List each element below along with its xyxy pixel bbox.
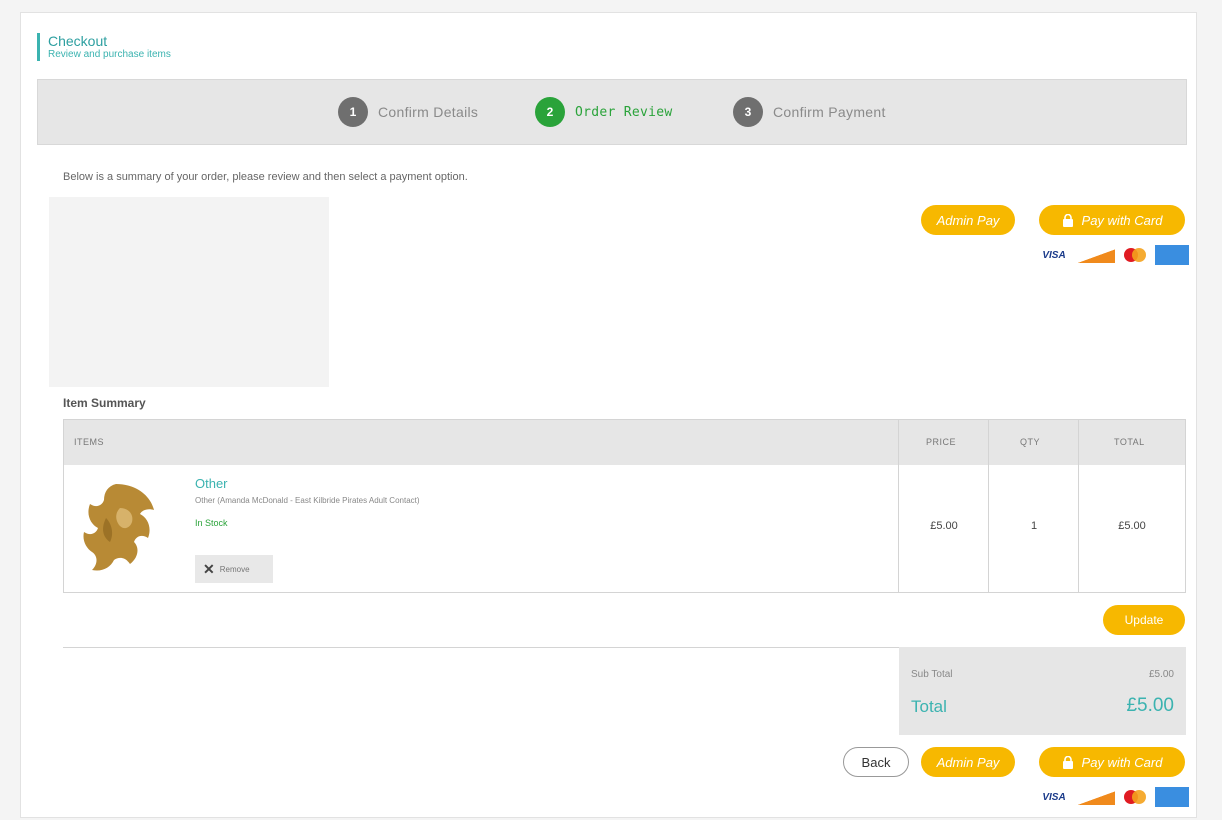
page-subtitle: Review and purchase items bbox=[48, 49, 171, 60]
page-title: Checkout bbox=[48, 33, 108, 49]
image-placeholder bbox=[49, 197, 329, 387]
column-divider bbox=[988, 420, 989, 592]
table-header: ITEMS PRICE QTY TOTAL bbox=[64, 420, 1185, 465]
mastercard-icon bbox=[1121, 789, 1149, 805]
col-items: ITEMS bbox=[74, 437, 105, 447]
step-number: 1 bbox=[338, 97, 368, 127]
stock-status: In Stock bbox=[195, 518, 228, 528]
mastercard-icon bbox=[1121, 247, 1149, 263]
item-summary-table: ITEMS PRICE QTY TOTAL Other Other (Amand… bbox=[63, 419, 1186, 593]
amex-icon bbox=[1155, 245, 1189, 265]
step-confirm-payment[interactable]: 3 Confirm Payment bbox=[733, 96, 886, 128]
total-value: £5.00 bbox=[1126, 695, 1174, 716]
remove-label: Remove bbox=[219, 564, 250, 574]
column-divider bbox=[898, 420, 899, 592]
step-number: 2 bbox=[535, 97, 565, 127]
item-description: Other (Amanda McDonald - East Kilbride P… bbox=[195, 496, 420, 505]
col-price: PRICE bbox=[926, 437, 957, 447]
step-label: Order Review bbox=[575, 104, 673, 120]
step-label: Confirm Payment bbox=[773, 104, 886, 120]
checkout-steps: 1 Confirm Details 2 Order Review 3 Confi… bbox=[37, 79, 1187, 145]
admin-pay-label: Admin Pay bbox=[936, 212, 1000, 228]
item-summary-title: Item Summary bbox=[63, 396, 146, 410]
update-label: Update bbox=[1124, 613, 1164, 627]
discover-icon bbox=[1075, 247, 1115, 263]
update-button[interactable]: Update bbox=[1103, 605, 1185, 635]
lock-icon bbox=[1062, 213, 1074, 227]
checkout-panel: Checkout Review and purchase items 1 Con… bbox=[20, 12, 1197, 818]
step-number: 3 bbox=[733, 97, 763, 127]
discover-icon bbox=[1075, 789, 1115, 805]
back-button[interactable]: Back bbox=[843, 747, 909, 777]
pay-with-card-label: Pay with Card bbox=[1081, 754, 1163, 770]
pay-with-card-label: Pay with Card bbox=[1081, 212, 1163, 228]
pay-with-card-button[interactable]: Pay with Card bbox=[1039, 205, 1185, 235]
item-total: £5.00 bbox=[1118, 520, 1146, 532]
amex-icon bbox=[1155, 787, 1189, 807]
page-header: Checkout Review and purchase items bbox=[37, 33, 171, 61]
admin-pay-button[interactable]: Admin Pay bbox=[921, 205, 1015, 235]
step-label: Confirm Details bbox=[378, 104, 479, 120]
sub-total-label: Sub Total bbox=[911, 669, 953, 680]
totals-box: Sub Total £5.00 Total £5.00 bbox=[899, 647, 1186, 735]
col-qty: QTY bbox=[1020, 437, 1041, 447]
visa-icon: VISA bbox=[1042, 791, 1066, 803]
sub-total-value: £5.00 bbox=[1148, 669, 1174, 680]
remove-item-button[interactable]: ✕ Remove bbox=[195, 555, 273, 583]
card-brands: VISA bbox=[1039, 245, 1189, 265]
card-brands-bottom: VISA bbox=[1039, 787, 1189, 807]
admin-pay-label: Admin Pay bbox=[936, 754, 1000, 770]
item-price: £5.00 bbox=[930, 520, 958, 532]
close-icon: ✕ bbox=[203, 560, 215, 577]
step-confirm-details[interactable]: 1 Confirm Details bbox=[338, 96, 478, 128]
column-divider bbox=[1078, 420, 1079, 592]
col-total: TOTAL bbox=[1114, 437, 1145, 447]
lion-head-logo-icon bbox=[76, 478, 158, 576]
item-qty: 1 bbox=[1030, 520, 1038, 532]
step-order-review[interactable]: 2 Order Review bbox=[535, 96, 673, 128]
total-label: Total bbox=[911, 697, 947, 716]
order-intro-text: Below is a summary of your order, please… bbox=[63, 171, 468, 183]
lock-icon bbox=[1062, 755, 1074, 769]
pay-with-card-button-bottom[interactable]: Pay with Card bbox=[1039, 747, 1185, 777]
admin-pay-button-bottom[interactable]: Admin Pay bbox=[921, 747, 1015, 777]
item-name-link[interactable]: Other bbox=[195, 476, 228, 491]
visa-icon: VISA bbox=[1042, 249, 1066, 261]
